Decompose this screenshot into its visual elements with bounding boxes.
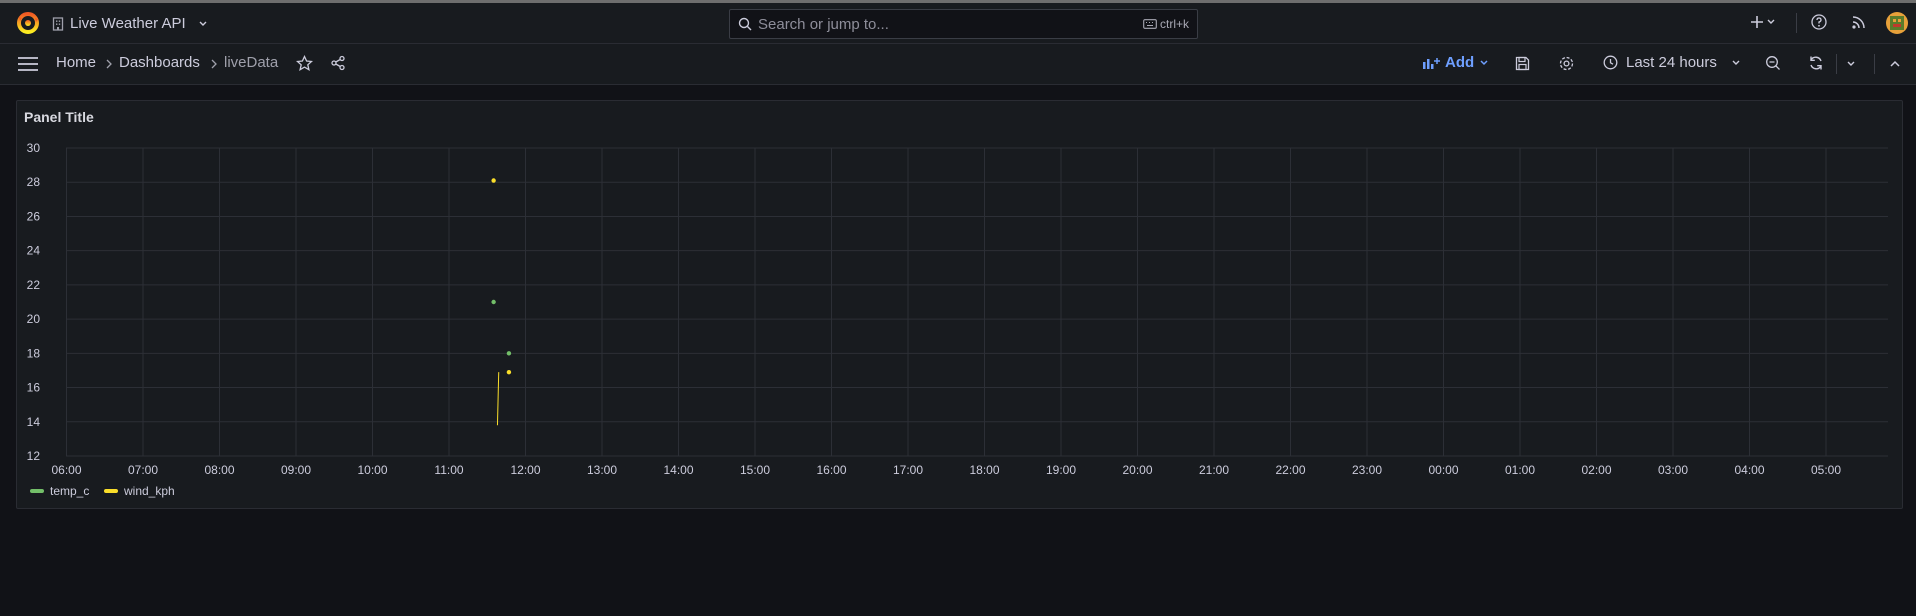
x-tick-label: 16:00 bbox=[816, 463, 846, 477]
y-tick-label: 12 bbox=[27, 449, 41, 463]
legend-item-temp-c[interactable]: temp_c bbox=[30, 484, 89, 498]
x-tick-label: 07:00 bbox=[128, 463, 158, 477]
x-tick-label: 23:00 bbox=[1352, 463, 1382, 477]
legend-swatch bbox=[104, 489, 118, 493]
x-tick-label: 18:00 bbox=[969, 463, 999, 477]
y-tick-label: 26 bbox=[27, 209, 41, 223]
x-tick-label: 21:00 bbox=[1199, 463, 1229, 477]
y-tick-label: 24 bbox=[27, 244, 41, 258]
x-tick-label: 22:00 bbox=[1275, 463, 1305, 477]
x-tick-label: 19:00 bbox=[1046, 463, 1076, 477]
legend-swatch bbox=[30, 489, 44, 493]
y-tick-label: 28 bbox=[27, 175, 41, 189]
x-tick-label: 08:00 bbox=[204, 463, 234, 477]
y-tick-label: 22 bbox=[27, 278, 41, 292]
x-tick-label: 00:00 bbox=[1428, 463, 1458, 477]
x-tick-label: 09:00 bbox=[281, 463, 311, 477]
x-tick-label: 11:00 bbox=[434, 463, 463, 477]
x-tick-label: 14:00 bbox=[663, 463, 693, 477]
data-point bbox=[506, 351, 512, 356]
y-tick-label: 14 bbox=[27, 415, 41, 429]
data-point bbox=[506, 369, 512, 375]
x-tick-label: 13:00 bbox=[587, 463, 617, 477]
series-line-segment bbox=[496, 372, 500, 426]
x-tick-label: 10:00 bbox=[357, 463, 387, 477]
x-tick-label: 12:00 bbox=[510, 463, 540, 477]
x-tick-label: 02:00 bbox=[1581, 463, 1611, 477]
y-tick-label: 30 bbox=[27, 141, 41, 155]
x-tick-label: 15:00 bbox=[740, 463, 770, 477]
y-tick-label: 16 bbox=[27, 381, 41, 395]
x-tick-label: 03:00 bbox=[1658, 463, 1688, 477]
x-tick-label: 06:00 bbox=[51, 463, 81, 477]
x-tick-label: 05:00 bbox=[1811, 463, 1841, 477]
data-point bbox=[491, 178, 496, 183]
data-point bbox=[491, 299, 496, 305]
y-tick-label: 18 bbox=[27, 346, 41, 360]
legend-label: wind_kph bbox=[124, 484, 175, 498]
x-tick-label: 01:00 bbox=[1505, 463, 1535, 477]
x-tick-label: 04:00 bbox=[1734, 463, 1764, 477]
legend-item-wind-kph[interactable]: wind_kph bbox=[104, 484, 175, 498]
y-tick-label: 20 bbox=[27, 312, 41, 326]
x-tick-label: 20:00 bbox=[1122, 463, 1152, 477]
time-series-chart[interactable]: 12 14 16 18 20 22 24 26 28 30 06:00 07:00 08:00 09:0… bbox=[0, 0, 1916, 616]
legend-label: temp_c bbox=[50, 484, 90, 498]
x-tick-label: 17:00 bbox=[893, 463, 923, 477]
